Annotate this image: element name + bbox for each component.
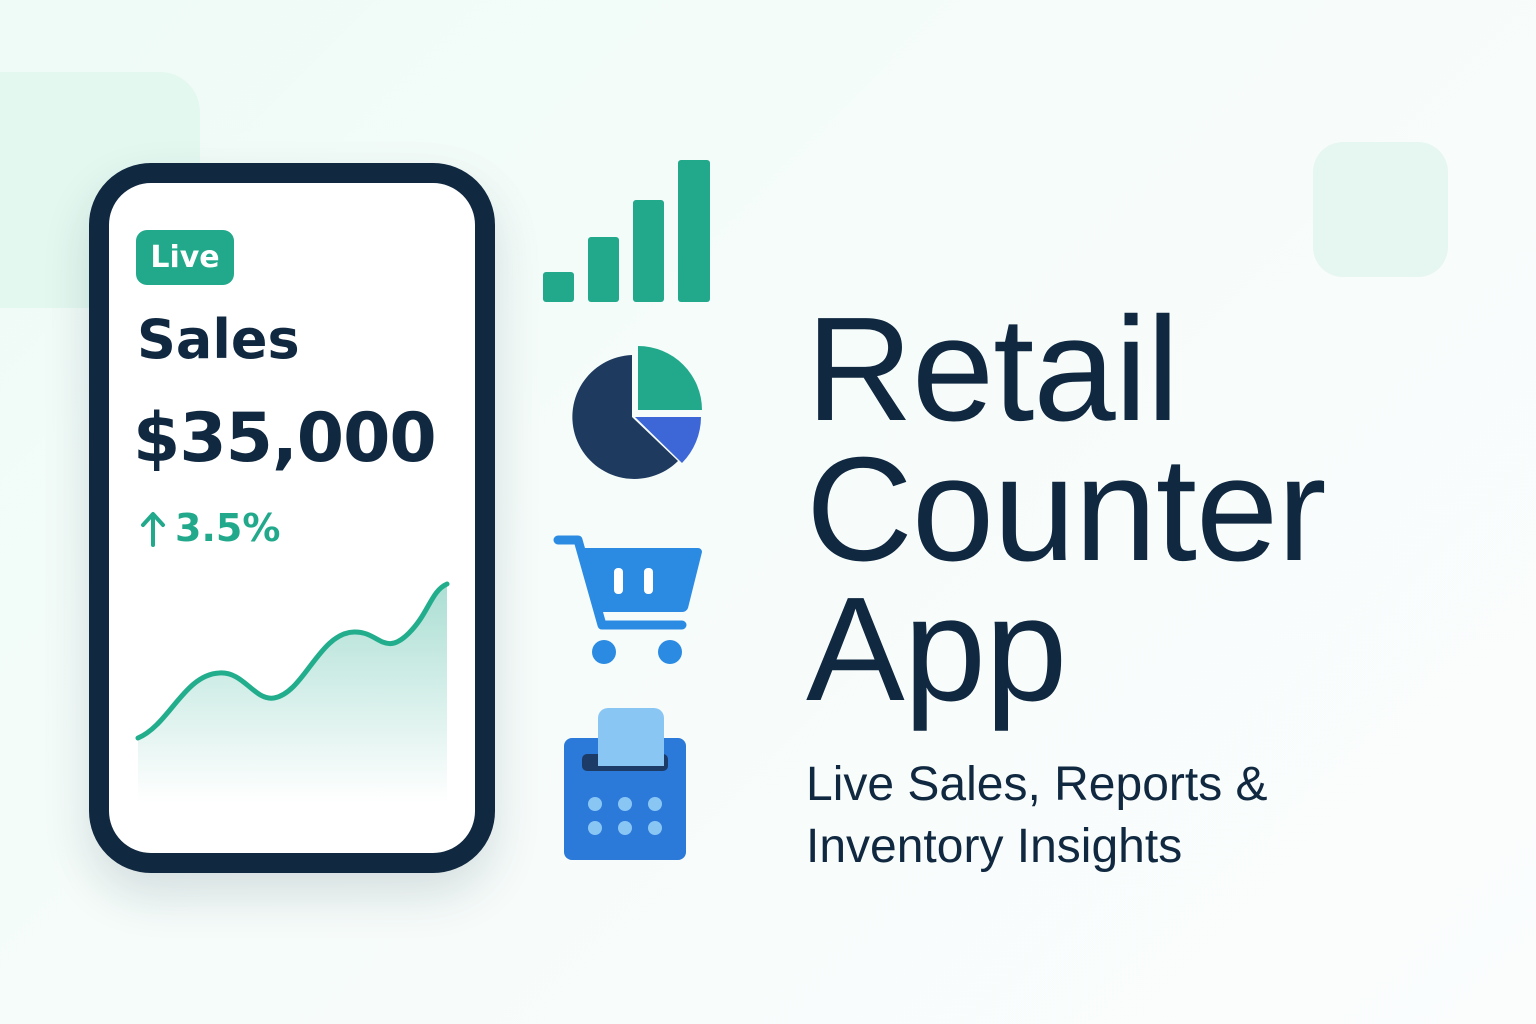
app-title-line: Counter: [806, 427, 1327, 592]
app-title-line: App: [806, 567, 1067, 732]
sales-trend-sparkline: [135, 581, 450, 803]
sales-value: $35,000: [133, 399, 437, 478]
phone-mockup: Live Sales $35,000 3.5%: [89, 163, 495, 873]
bar-chart-icon: [543, 160, 710, 302]
app-title: Retail Counter App: [806, 287, 1327, 732]
cash-register-icon: [564, 708, 686, 860]
app-subtitle-line: Inventory Insights: [806, 820, 1183, 873]
sales-label: Sales: [137, 308, 300, 371]
pie-chart-icon: [572, 346, 702, 479]
live-badge: Live: [136, 230, 234, 285]
sales-change-value: 3.5%: [175, 506, 281, 550]
app-subtitle-line: Live Sales, Reports &: [806, 758, 1268, 811]
shopping-cart-icon: [553, 535, 702, 664]
arrow-up-icon: [141, 512, 165, 547]
app-subtitle: Live Sales, Reports & Inventory Insights: [806, 754, 1268, 878]
sales-change: 3.5%: [139, 509, 280, 547]
background-decor-right: [1313, 142, 1448, 277]
app-title-line: Retail: [806, 287, 1179, 452]
